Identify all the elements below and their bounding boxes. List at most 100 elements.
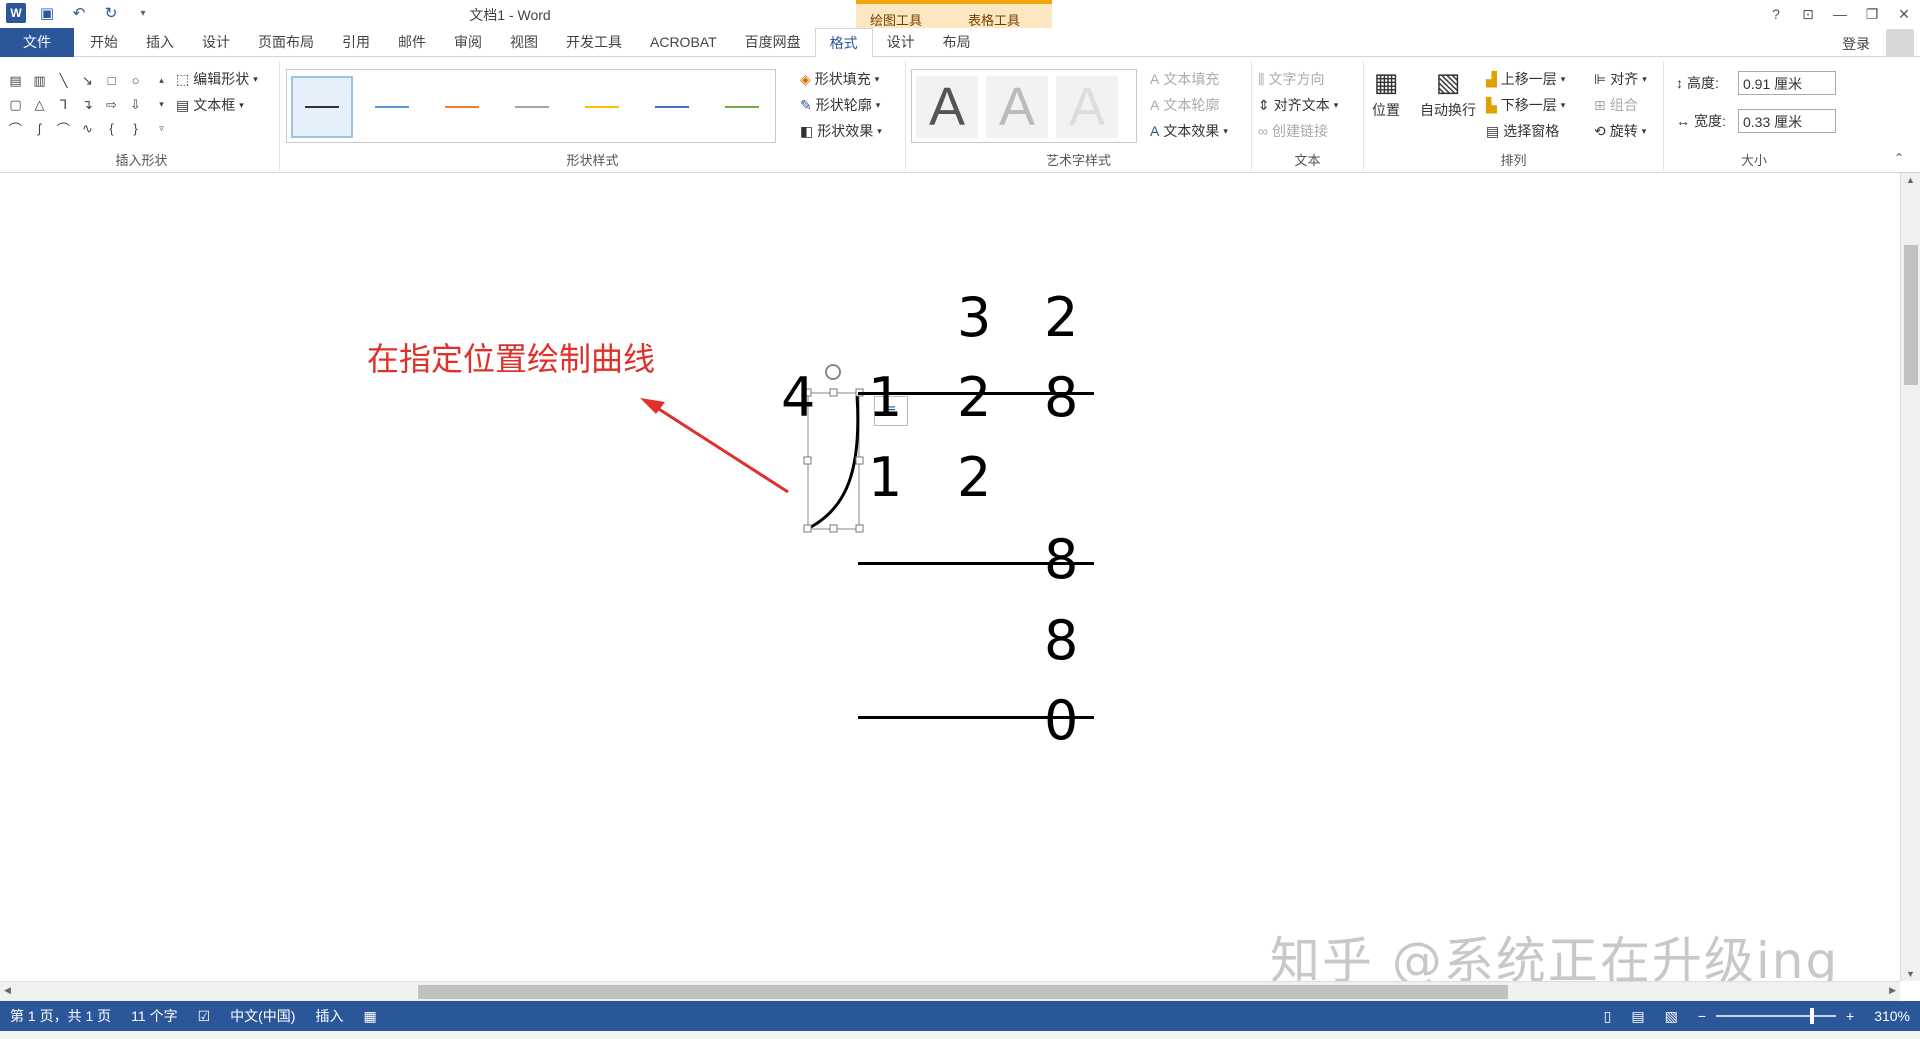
web-layout-icon[interactable]: ▧ (1655, 1008, 1688, 1025)
macro-record-icon[interactable]: ▦ (353, 1008, 386, 1025)
horizontal-scrollbar[interactable]: ◀ ▶ (0, 981, 1900, 1001)
avatar[interactable] (1886, 29, 1914, 57)
vertical-scrollbar[interactable]: ▲ ▼ (1900, 173, 1920, 981)
help-button[interactable]: ? (1760, 0, 1792, 28)
zoom-slider-thumb[interactable] (1810, 1008, 1814, 1024)
rectangle-shape-icon[interactable]: □ (104, 73, 119, 88)
scroll-left-icon[interactable]: ◀ (4, 985, 11, 996)
tab-review[interactable]: 审阅 (440, 28, 496, 57)
shapes-scroll-up-icon[interactable]: ▴ (154, 73, 169, 88)
language-indicator[interactable]: 中文(中国) (220, 1006, 305, 1026)
page-count[interactable]: 第 1 页，共 1 页 (0, 1006, 121, 1026)
drawn-curve[interactable] (810, 394, 860, 529)
minimize-icon[interactable]: — (1824, 0, 1856, 28)
rotate-handle[interactable] (825, 364, 841, 380)
arc-shape-icon[interactable]: ⌒ (56, 121, 71, 137)
bring-forward-button[interactable]: ▟ 上移一层 ▾ (1486, 69, 1565, 89)
document-canvas[interactable]: 在指定位置绘制曲线 ≡ 3 2 4 1 2 8 1 2 8 8 0 知乎 @系统… (0, 173, 1900, 990)
close-icon[interactable]: ✕ (1888, 0, 1920, 28)
zoom-slider[interactable] (1716, 1008, 1836, 1024)
scroll-down-icon[interactable]: ▼ (1906, 969, 1915, 979)
curve-shape-icon[interactable]: ∿ (80, 121, 95, 136)
tab-design[interactable]: 设计 (188, 28, 244, 57)
resize-handle[interactable] (829, 388, 838, 397)
shape-fill-button[interactable]: ◈ 形状填充 ▾ (800, 69, 879, 89)
shape-outline-button[interactable]: ✎ 形状轮廓 ▾ (800, 95, 880, 115)
tab-view[interactable]: 视图 (496, 28, 552, 57)
restore-icon[interactable]: ❐ (1856, 0, 1888, 28)
shape-style-swatch[interactable] (431, 76, 493, 138)
text-effects-button[interactable]: A 文本效果 ▾ (1150, 121, 1228, 141)
triangle-shape-icon[interactable]: △ (32, 97, 47, 112)
scroll-right-icon[interactable]: ▶ (1889, 985, 1896, 996)
insert-mode[interactable]: 插入 (305, 1006, 353, 1026)
shape-style-swatch[interactable] (361, 76, 423, 138)
tab-baidu-netdisk[interactable]: 百度网盘 (731, 28, 815, 57)
tab-mailings[interactable]: 邮件 (384, 28, 440, 57)
resize-handle[interactable] (803, 524, 812, 533)
shape-style-swatch[interactable] (571, 76, 633, 138)
shape-style-swatch[interactable] (501, 76, 563, 138)
align-text-button[interactable]: ⇕ 对齐文本 ▾ (1258, 95, 1338, 115)
arrow-line-shape-icon[interactable]: ↘ (80, 73, 95, 88)
text-box-button[interactable]: ▤ 文本框 ▾ (176, 95, 244, 115)
position-button[interactable]: ▦ 位置 (1372, 67, 1400, 120)
shapes-more-icon[interactable]: ▿ (154, 121, 169, 136)
rotate-button[interactable]: ⟲ 旋转 ▾ (1594, 121, 1646, 141)
wordart-style-gradient[interactable]: A (986, 76, 1048, 138)
resize-handle[interactable] (855, 524, 864, 533)
right-brace-shape-icon[interactable]: } (128, 121, 143, 136)
read-mode-icon[interactable]: ▯ (1594, 1008, 1622, 1025)
tab-acrobat[interactable]: ACROBAT (636, 28, 731, 57)
zoom-level[interactable]: 310% (1864, 1008, 1920, 1024)
word-count[interactable]: 11 个字 (121, 1006, 187, 1026)
vertical-scroll-thumb[interactable] (1904, 245, 1918, 385)
rounded-rect-shape-icon[interactable]: ▢ (8, 97, 23, 112)
shape-effects-button[interactable]: ◧ 形状效果 ▾ (800, 121, 882, 141)
elbow-arrow-icon[interactable]: ↴ (80, 97, 95, 112)
shape-style-swatch[interactable] (711, 76, 773, 138)
group-button[interactable]: ⊞ 组合 (1594, 95, 1638, 115)
wrap-text-button[interactable]: ▧ 自动换行 (1420, 67, 1476, 120)
text-direction-button[interactable]: ⫼ 文字方向 (1258, 69, 1324, 89)
right-arrow-shape-icon[interactable]: ⇨ (104, 97, 119, 112)
scribble-shape-icon[interactable]: ʃ (32, 121, 47, 136)
width-input[interactable]: 0.33 厘米 (1738, 109, 1836, 133)
text-outline-button[interactable]: A 文本轮廓 (1150, 95, 1219, 115)
wordart-style-outline[interactable]: A (1056, 76, 1118, 138)
tab-format[interactable]: 格式 (814, 27, 873, 58)
tab-file[interactable]: 文件 (0, 27, 74, 57)
horizontal-scroll-thumb[interactable] (418, 985, 1508, 999)
send-backward-button[interactable]: ▙ 下移一层 ▾ (1486, 95, 1565, 115)
textbox-shape-icon[interactable]: ▤ (8, 73, 23, 88)
line-shape-icon[interactable]: ╲ (56, 73, 71, 88)
tab-developer[interactable]: 开发工具 (552, 28, 636, 57)
tab-insert[interactable]: 插入 (132, 28, 188, 57)
left-brace-shape-icon[interactable]: { (104, 121, 119, 136)
shapes-scroll-down-icon[interactable]: ▾ (154, 97, 169, 112)
align-button[interactable]: ⊫ 对齐 ▾ (1594, 69, 1647, 89)
freeform-shape-icon[interactable]: ⌒ (8, 121, 23, 137)
shape-style-swatch[interactable] (641, 76, 703, 138)
zoom-out-icon[interactable]: − (1688, 1008, 1716, 1024)
sign-in-link[interactable]: 登录 (1842, 34, 1870, 54)
tab-home[interactable]: 开始 (76, 28, 132, 57)
resize-handle[interactable] (829, 524, 838, 533)
oval-shape-icon[interactable]: ○ (128, 73, 143, 88)
vertical-textbox-shape-icon[interactable]: ▥ (32, 73, 47, 88)
height-input[interactable]: 0.91 厘米 (1738, 71, 1836, 95)
resize-handle[interactable] (855, 456, 864, 465)
resize-handle[interactable] (803, 456, 812, 465)
tab-table-layout[interactable]: 布局 (929, 28, 985, 57)
selection-pane-button[interactable]: ▤ 选择窗格 (1486, 121, 1559, 141)
edit-shape-button[interactable]: ⬚ 编辑形状 ▾ (176, 69, 258, 89)
wordart-style-fill[interactable]: A (916, 76, 978, 138)
print-layout-icon[interactable]: ▤ (1621, 1008, 1654, 1025)
tab-references[interactable]: 引用 (328, 28, 384, 57)
elbow-connector-icon[interactable]: ⅂ (56, 97, 71, 112)
zoom-in-icon[interactable]: + (1836, 1008, 1864, 1024)
collapse-ribbon-icon[interactable]: ⌃ (1894, 151, 1904, 165)
scroll-up-icon[interactable]: ▲ (1906, 175, 1915, 185)
tab-table-design[interactable]: 设计 (873, 28, 929, 57)
ribbon-display-options-icon[interactable]: ⊡ (1792, 0, 1824, 28)
